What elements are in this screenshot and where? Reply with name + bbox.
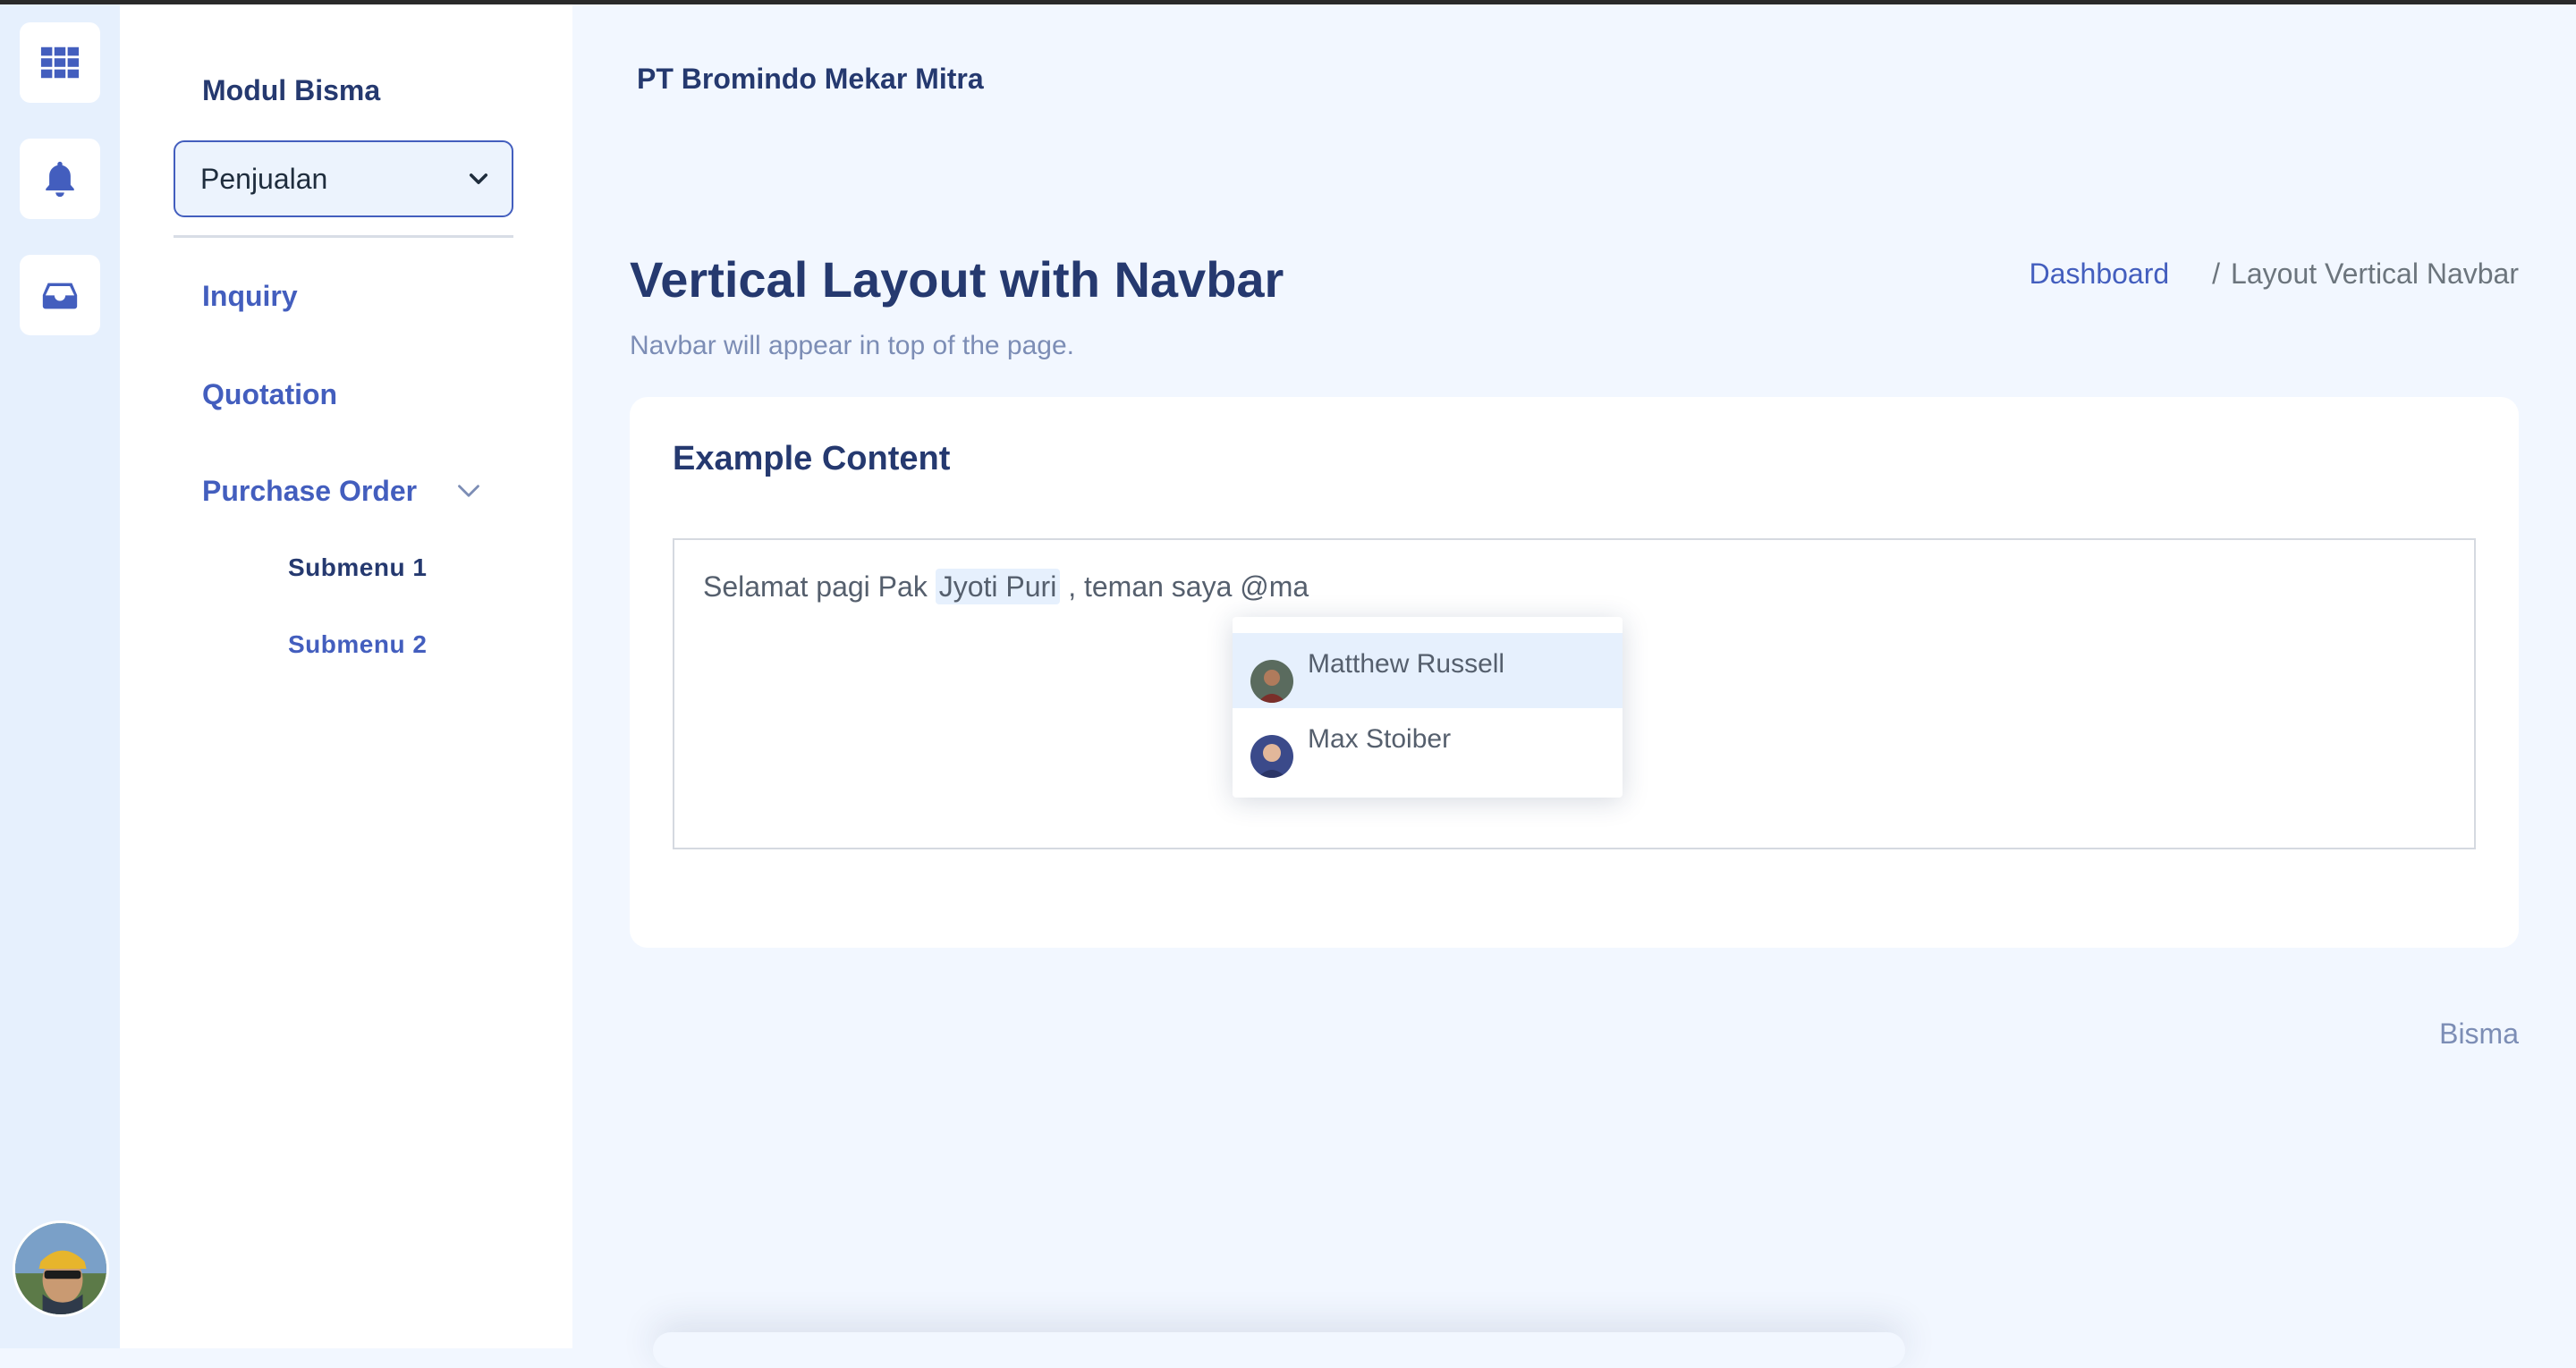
company-name: PT Bromindo Mekar Mitra bbox=[637, 63, 984, 95]
avatar bbox=[1250, 660, 1293, 703]
inbox-button[interactable] bbox=[20, 255, 100, 335]
breadcrumb-separator: / bbox=[2212, 258, 2221, 290]
submenu-item-1[interactable]: Submenu 1 bbox=[288, 553, 427, 582]
module-sidebar: Modul Bisma Penjualan Inquiry Quotation … bbox=[120, 4, 572, 1348]
sidebar-item-quotation[interactable]: Quotation bbox=[202, 378, 337, 411]
apps-grid-button[interactable] bbox=[20, 22, 100, 103]
editor-text-after: , teman saya @ma bbox=[1060, 570, 1309, 603]
mention-option[interactable]: Matthew Russell bbox=[1233, 633, 1623, 708]
bottom-card-edge bbox=[653, 1332, 1905, 1368]
user-avatar[interactable] bbox=[13, 1220, 109, 1317]
submenu-item-2[interactable]: Submenu 2 bbox=[288, 630, 427, 659]
user-photo bbox=[15, 1223, 106, 1314]
bell-icon bbox=[46, 161, 74, 198]
sidebar-item-purchase-order[interactable]: Purchase Order bbox=[202, 475, 417, 508]
module-title: Modul Bisma bbox=[202, 74, 381, 106]
inbox-icon bbox=[42, 283, 78, 309]
mention-suggestions: Matthew Russell Max Stoiber bbox=[1233, 617, 1623, 798]
module-select[interactable]: Penjualan bbox=[174, 140, 513, 217]
page-subtitle: Navbar will appear in top of the page. bbox=[630, 331, 1074, 360]
avatar bbox=[1250, 735, 1293, 778]
sidebar-divider bbox=[174, 235, 513, 238]
editor-content: Selamat pagi Pak Jyoti Puri , teman saya… bbox=[703, 569, 1309, 604]
grid-icon bbox=[40, 46, 80, 79]
sidebar-item-inquiry[interactable]: Inquiry bbox=[202, 280, 298, 313]
mention-option[interactable]: Max Stoiber bbox=[1233, 708, 1623, 783]
breadcrumb-current: Layout Vertical Navbar bbox=[2231, 258, 2519, 290]
page-title: Vertical Layout with Navbar bbox=[630, 251, 1284, 308]
chevron-down-icon bbox=[469, 163, 488, 196]
breadcrumb: Dashboard / Layout Vertical Navbar bbox=[2029, 258, 2519, 291]
footer-credit: Bisma bbox=[2439, 1018, 2519, 1050]
editor-text-before: Selamat pagi Pak bbox=[703, 570, 936, 603]
notifications-button[interactable] bbox=[20, 139, 100, 219]
chevron-down-icon[interactable] bbox=[456, 478, 481, 503]
mention-option-name: Max Stoiber bbox=[1308, 724, 1452, 754]
mention-option-name: Matthew Russell bbox=[1308, 649, 1505, 679]
mention-tag[interactable]: Jyoti Puri bbox=[935, 569, 1061, 604]
breadcrumb-dashboard-link[interactable]: Dashboard bbox=[2029, 258, 2170, 291]
module-select-value: Penjualan bbox=[200, 162, 328, 195]
card-title: Example Content bbox=[673, 440, 951, 477]
icon-rail bbox=[0, 4, 120, 1348]
